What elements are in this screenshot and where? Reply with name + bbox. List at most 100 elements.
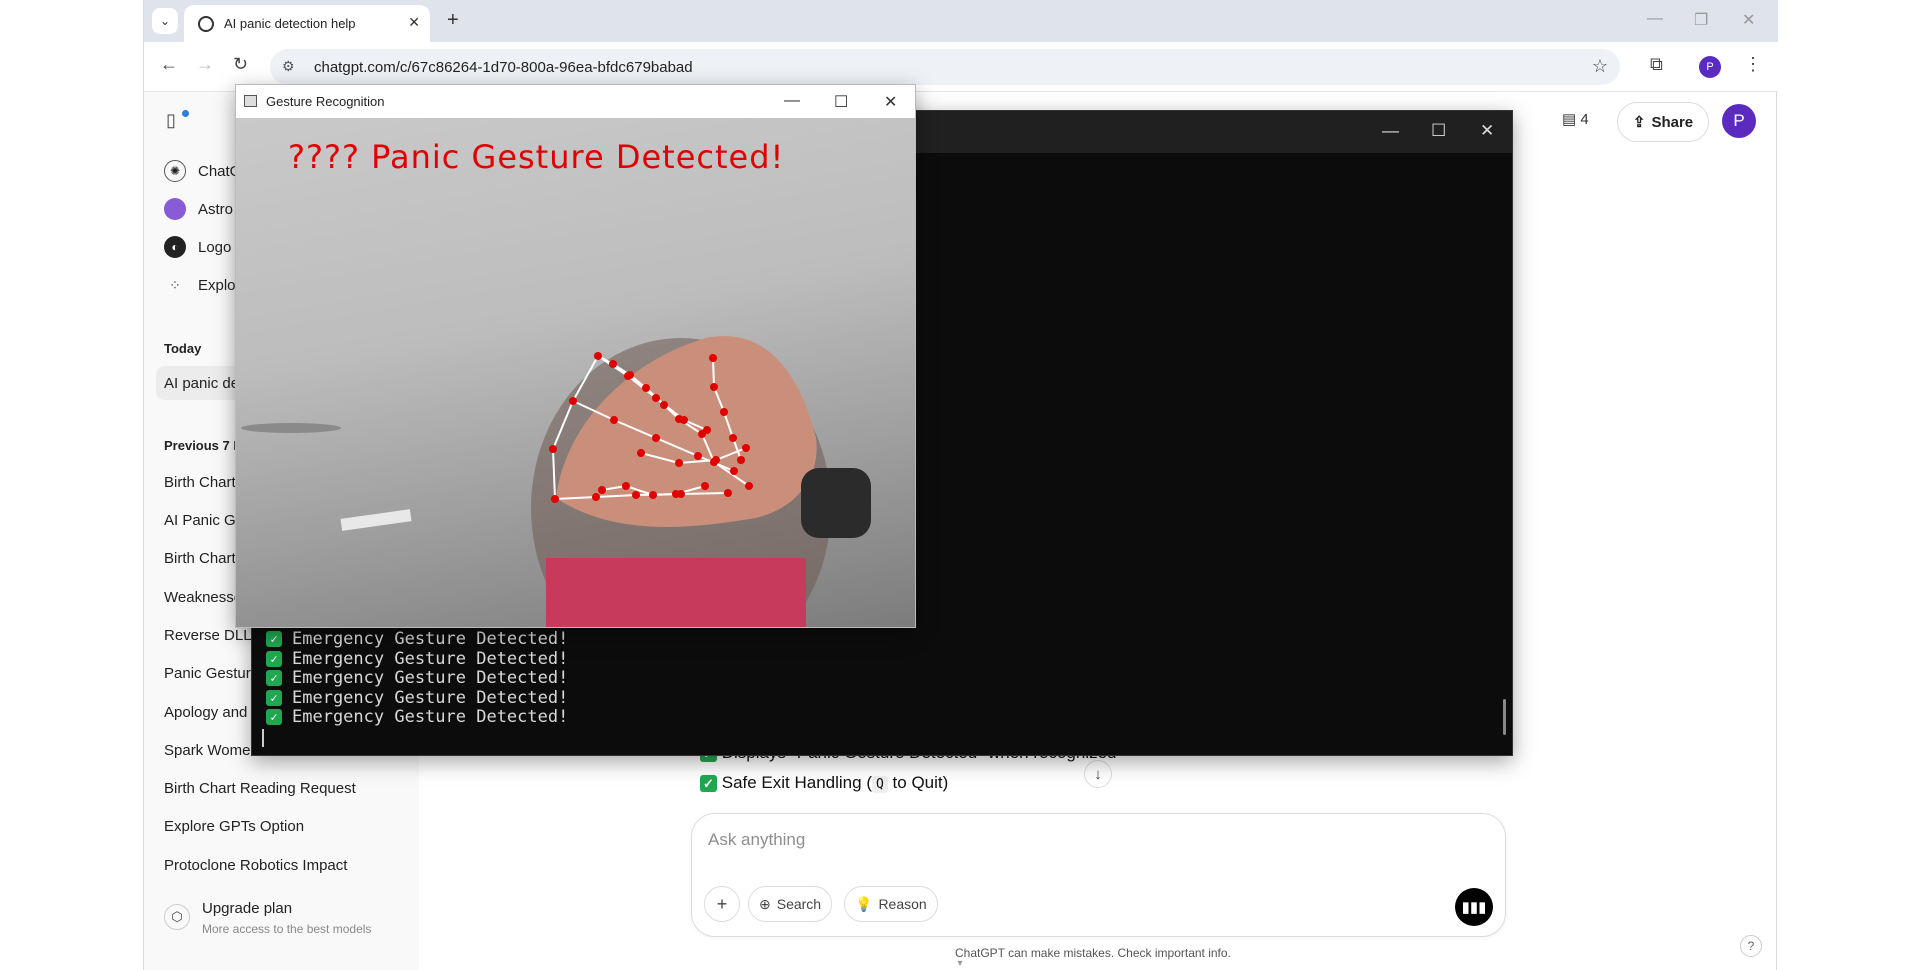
chat-item[interactable]: Weaknesse bbox=[164, 589, 242, 606]
chat-item[interactable]: Panic Gesture bbox=[164, 665, 259, 682]
notes-count: 4 bbox=[1580, 111, 1589, 128]
person-shirt bbox=[546, 558, 806, 627]
chat-item[interactable]: Apology and bbox=[164, 704, 247, 721]
terminal-line-text: Emergency Gesture Detected! bbox=[292, 648, 569, 669]
ceiling-light bbox=[340, 509, 412, 531]
upgrade-plan-button[interactable]: ⬡ Upgrade plan More access to the best m… bbox=[156, 892, 406, 946]
check-icon: ✓ bbox=[266, 631, 282, 647]
ceiling-fan bbox=[241, 423, 341, 433]
gesture-minimize-icon[interactable]: — bbox=[784, 92, 800, 110]
back-arrow-icon[interactable]: ← bbox=[160, 54, 178, 75]
check-icon: ✓ bbox=[266, 689, 282, 706]
document-icon: ▤ bbox=[1562, 111, 1577, 128]
camera-feed: ???? Panic Gesture Detected! bbox=[236, 118, 915, 627]
terminal-line-text: Emergency Gesture Detected! bbox=[292, 687, 569, 708]
reason-button[interactable]: 💡 Reason bbox=[844, 886, 938, 922]
message-composer[interactable]: Ask anything + ⊕ Search 💡 Reason ▮▮▮ bbox=[691, 813, 1506, 937]
check-icon: ✓ bbox=[266, 650, 282, 667]
smartwatch bbox=[801, 468, 871, 538]
terminal-cursor bbox=[262, 729, 264, 747]
terminal-line: ✓ Emergency Gesture Detected! bbox=[266, 629, 569, 650]
share-label: Share bbox=[1651, 113, 1694, 131]
chat-item[interactable]: Explore GPTs Option bbox=[164, 818, 304, 835]
notes-button[interactable]: ▤ 4 bbox=[1562, 110, 1589, 128]
terminal-close-icon[interactable]: ✕ bbox=[1480, 121, 1494, 141]
sidebar-item-label: Logo bbox=[198, 238, 232, 256]
gesture-close-icon[interactable]: ✕ bbox=[884, 92, 897, 112]
chat-item[interactable]: Protoclone Robotics Impact bbox=[164, 857, 347, 874]
chat-item[interactable]: AI panic de bbox=[164, 375, 239, 392]
composer-placeholder[interactable]: Ask anything bbox=[708, 830, 805, 850]
today-heading: Today bbox=[164, 341, 202, 356]
camera-scene bbox=[241, 336, 871, 627]
terminal-line: ✓ Emergency Gesture Detected! bbox=[266, 708, 568, 728]
inline-code: Q bbox=[871, 776, 888, 793]
terminal-line: ✓ Emergency Gesture Detected! bbox=[266, 648, 569, 670]
user-avatar[interactable]: P bbox=[1722, 104, 1756, 138]
astro-gpt-icon bbox=[164, 198, 186, 220]
attach-plus-button[interactable]: + bbox=[704, 886, 740, 922]
chat-item[interactable]: Reverse DLL a bbox=[164, 627, 264, 644]
sidebar-item-label: Explo bbox=[198, 276, 236, 294]
browser-tab-active[interactable]: AI panic detection help ✕ bbox=[184, 5, 430, 42]
site-info-icon[interactable]: ⚙ bbox=[282, 58, 295, 75]
bookmark-star-icon[interactable]: ☆ bbox=[1592, 56, 1608, 77]
browser-menu-icon[interactable]: ⋮ bbox=[1744, 54, 1762, 75]
terminal-line: ✓ Emergency Gesture Detected! bbox=[266, 668, 569, 689]
close-window-icon[interactable]: ✕ bbox=[1742, 10, 1755, 30]
sidebar-item-label: Astro bbox=[198, 200, 234, 218]
url-text: chatgpt.com/c/67c86264-1d70-800a-96ea-bf… bbox=[314, 58, 693, 76]
minimize-icon[interactable]: — bbox=[1647, 10, 1663, 28]
check-icon: ✓ bbox=[266, 670, 282, 687]
terminal-line-text: Emergency Gesture Detected! bbox=[292, 668, 569, 689]
gesture-window-title: Gesture Recognition bbox=[266, 94, 385, 109]
terminal-minimize-icon[interactable]: — bbox=[1382, 121, 1399, 141]
restore-icon[interactable]: ❐ bbox=[1694, 10, 1708, 30]
sidebar-toggle-icon[interactable]: ▯ bbox=[166, 110, 176, 131]
address-bar[interactable]: ⚙ chatgpt.com/c/67c86264-1d70-800a-96ea-… bbox=[270, 49, 1620, 85]
gesture-maximize-icon[interactable]: ☐ bbox=[834, 92, 848, 112]
share-button[interactable]: ⇪ Share bbox=[1617, 102, 1709, 142]
waveform-icon: ▮▮▮ bbox=[1461, 899, 1487, 916]
logo-gpt-icon: ◐ bbox=[164, 236, 186, 258]
check-icon: ✓ bbox=[700, 775, 717, 793]
upgrade-title: Upgrade plan bbox=[202, 900, 293, 917]
terminal-scrollbar[interactable] bbox=[1503, 699, 1506, 735]
check-icon: ✓ bbox=[266, 709, 282, 726]
new-tab-button[interactable]: + bbox=[447, 9, 459, 32]
terminal-maximize-icon[interactable]: ☐ bbox=[1431, 121, 1446, 141]
chat-item[interactable]: Birth Chart Reading Request bbox=[164, 780, 356, 797]
close-tab-icon[interactable]: ✕ bbox=[408, 14, 420, 31]
chat-item[interactable]: Birth Chart bbox=[164, 550, 236, 567]
chatgpt-favicon-icon bbox=[198, 15, 214, 32]
upgrade-badge-icon: ⬡ bbox=[164, 904, 190, 930]
extensions-puzzle-icon[interactable]: ⧉ bbox=[1650, 54, 1663, 75]
scroll-indicator-icon: ▾ bbox=[957, 958, 963, 969]
tab-search-button[interactable]: ⌄ bbox=[152, 8, 178, 34]
chat-item[interactable]: AI Panic Ge bbox=[164, 512, 244, 529]
terminal-line-text: Emergency Gesture Detected! bbox=[292, 707, 569, 728]
panic-overlay-text: ???? Panic Gesture Detected! bbox=[288, 138, 785, 176]
terminal-line: ✓ Emergency Gesture Detected! bbox=[266, 687, 569, 709]
tab-title: AI panic detection help bbox=[224, 16, 356, 31]
help-button[interactable]: ? bbox=[1740, 935, 1762, 957]
window-app-icon bbox=[244, 95, 257, 107]
explore-grid-icon: ⁘ bbox=[169, 276, 181, 293]
chat-item[interactable]: Birth Chart bbox=[164, 474, 236, 491]
disclaimer-text: ChatGPT can make mistakes. Check importa… bbox=[955, 946, 1231, 960]
reload-icon[interactable]: ↻ bbox=[233, 54, 248, 75]
terminal-line-text: Emergency Gesture Detected! bbox=[292, 629, 569, 649]
gesture-titlebar: Gesture Recognition — ☐ ✕ bbox=[236, 85, 915, 118]
tab-strip: ⌄ AI panic detection help ✕ + — ❐ ✕ bbox=[144, 0, 1778, 42]
lightbulb-icon: 💡 bbox=[855, 895, 873, 912]
reason-label: Reason bbox=[878, 896, 927, 912]
voice-mode-button[interactable]: ▮▮▮ bbox=[1455, 888, 1493, 926]
globe-icon: ⊕ bbox=[759, 895, 771, 912]
feature-text: Safe Exit Handling ( bbox=[721, 773, 872, 792]
chat-item[interactable]: Spark Women bbox=[164, 742, 259, 759]
feature-text: to Quit) bbox=[892, 773, 949, 792]
profile-avatar[interactable]: P bbox=[1699, 56, 1721, 78]
search-button[interactable]: ⊕ Search bbox=[748, 886, 833, 922]
scroll-down-icon[interactable]: ↓ bbox=[1084, 760, 1112, 788]
forward-arrow-icon[interactable]: → bbox=[196, 54, 214, 75]
